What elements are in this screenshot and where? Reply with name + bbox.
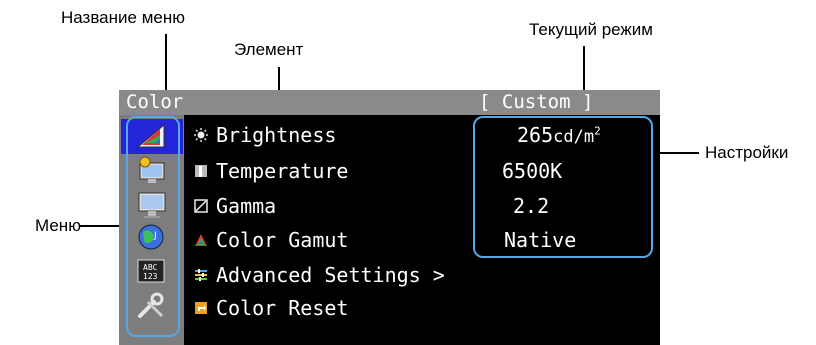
settings-highlight-outline [473,116,653,258]
menu-item-advanced-settings[interactable]: Advanced Settings > [194,260,445,290]
color-gamut-icon [194,233,208,247]
menu-item-label: Advanced Settings > [216,263,445,287]
callout-settings: Настройки [705,143,789,162]
callout-menu-name: Название меню [61,8,185,27]
menu-item-label: Color Gamut [216,228,349,252]
menu-item-label: Gamma [216,194,277,218]
osd-title-bar: Color [ Custom ] [119,90,660,115]
gamma-icon [194,199,208,213]
color-reset-icon [194,301,208,315]
menu-item-temperature[interactable]: Temperature [194,156,348,186]
advanced-settings-icon [194,268,208,282]
menu-title: Color [126,91,184,113]
menu-highlight-outline [126,116,180,337]
callout-element: Элемент [234,40,304,59]
menu-item-gamma[interactable]: Gamma [194,191,276,221]
menu-item-color-reset[interactable]: Color Reset [194,293,348,323]
current-mode: [ Custom ] [479,91,594,113]
temperature-icon [194,164,208,178]
callout-menu: Меню [35,216,81,235]
menu-item-label: Color Reset [216,296,349,320]
menu-item-color-gamut[interactable]: Color Gamut [194,225,348,255]
callout-current-mode: Текущий режим [529,20,653,39]
menu-item-brightness[interactable]: Brightness [194,120,336,150]
menu-item-label: Brightness [216,123,337,147]
brightness-icon [194,128,208,142]
menu-item-label: Temperature [216,159,349,183]
